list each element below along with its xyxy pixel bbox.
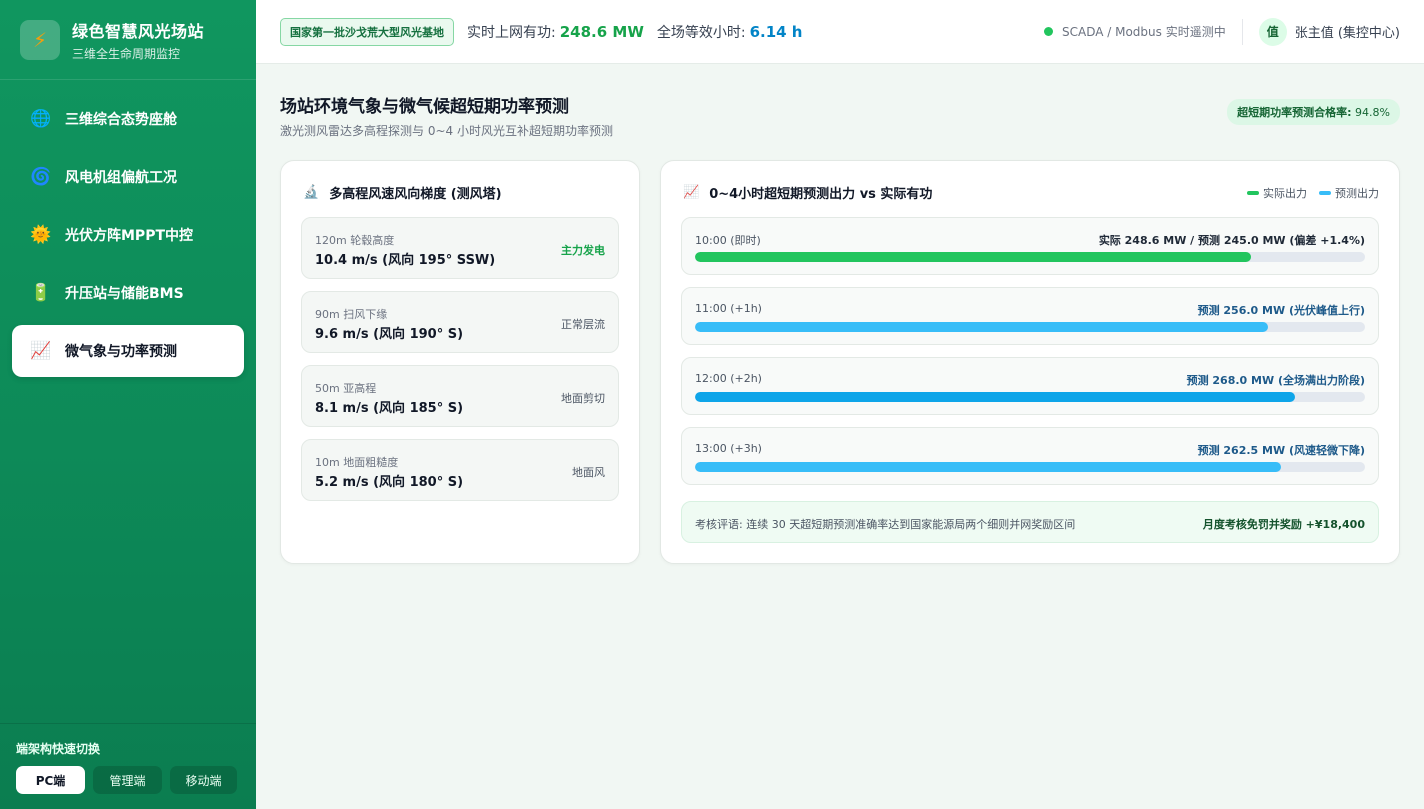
forecast-row: 11:00 (+1h) 预测 256.0 MW (光伏峰值上行) xyxy=(681,287,1379,345)
tower-height: 10m 地面粗糙度 xyxy=(315,456,399,469)
forecast-bar-fill xyxy=(695,392,1295,402)
brand-title: 绿色智慧风光场站 xyxy=(72,21,205,41)
legend-actual-swatch xyxy=(1247,191,1259,195)
sidebar-item-label: 微气象与功率预测 xyxy=(65,344,177,360)
sidebar-item-2[interactable]: 🌞 光伏方阵MPPT中控 xyxy=(12,209,244,261)
legend-forecast-label: 预测出力 xyxy=(1335,187,1379,200)
sidebar-item-label: 风电机组偏航工况 xyxy=(65,170,177,186)
platform-switcher: 端架构快速切换 PC端 管理端 移动端 xyxy=(0,723,256,809)
online-status-dot xyxy=(1044,27,1053,36)
tower-wind: 8.1 m/s (风向 185° S) xyxy=(315,401,464,416)
forecast-row: 12:00 (+2h) 预测 268.0 MW (全场满出力阶段) xyxy=(681,357,1379,415)
chart-increasing-icon: 📈 xyxy=(683,185,700,200)
equivalent-hours-value: 6.14 h xyxy=(749,22,803,41)
sidebar-item-3[interactable]: 🔋 升压站与储能BMS xyxy=(12,267,244,319)
sidebar-item-label: 三维综合态势座舱 xyxy=(65,112,177,128)
sidebar-item-1[interactable]: 🌀 风电机组偏航工况 xyxy=(12,151,244,203)
sidebar-item-label: 升压站与储能BMS xyxy=(65,286,184,302)
equivalent-hours-metric: 全场等效小时: 6.14 h xyxy=(657,22,803,42)
tower-height: 90m 扫风下缘 xyxy=(315,308,388,321)
header-divider xyxy=(1241,18,1243,45)
tower-height: 120m 轮毂高度 xyxy=(315,234,395,247)
brand-subtitle: 三维全生命周期监控 xyxy=(72,46,181,61)
switcher-title: 端架构快速切换 xyxy=(16,742,101,756)
forecast-title-text: 0~4小时超短期预测出力 vs 实际有功 xyxy=(709,187,933,202)
forecast-bar-track xyxy=(695,322,1365,332)
wind-tower-card: 🔬 多高程风速风向梯度 (测风塔) 120m 轮毂高度 10.4 m/s (风向 … xyxy=(280,160,640,564)
tower-height: 50m 亚高程 xyxy=(315,382,377,395)
legend-forecast: 预测出力 xyxy=(1319,185,1379,201)
forecast-time: 10:00 (即时) xyxy=(695,234,761,247)
forecast-time: 13:00 (+3h) xyxy=(695,442,762,455)
legend-actual: 实际出力 xyxy=(1247,185,1307,201)
cyclone-icon: 🌀 xyxy=(30,167,52,187)
forecast-value: 实际 248.6 MW / 预测 245.0 MW (偏差 +1.4%) xyxy=(1098,234,1365,247)
legend-forecast-swatch xyxy=(1319,191,1331,195)
forecast-bar-track xyxy=(695,252,1365,262)
tower-tag: 主力发电 xyxy=(561,244,605,257)
forecast-rate-badge: 超短期功率预测合格率: 94.8% xyxy=(1227,99,1400,125)
forecast-bar-fill xyxy=(695,462,1282,472)
brand: ⚡ 绿色智慧风光场站 三维全生命周期监控 xyxy=(0,0,256,80)
tower-wind: 10.4 m/s (风向 195° SSW) xyxy=(315,253,496,268)
sidebar-item-0[interactable]: 🌐 三维综合态势座舱 xyxy=(12,93,244,145)
tower-tag: 地面剪切 xyxy=(561,392,605,405)
forecast-time: 12:00 (+2h) xyxy=(695,372,762,385)
battery-icon: 🔋 xyxy=(30,283,52,303)
tower-wind: 9.6 m/s (风向 190° S) xyxy=(315,327,464,342)
forecast-row: 13:00 (+3h) 预测 262.5 MW (风速轻微下降) xyxy=(681,427,1379,485)
forecast-value: 预测 268.0 MW (全场满出力阶段) xyxy=(1186,374,1365,387)
forecast-row: 10:00 (即时) 实际 248.6 MW / 预测 245.0 MW (偏差 … xyxy=(681,217,1379,275)
page-subtitle: 激光测风雷达多高程探测与 0~4 小时风光互补超短期功率预测 xyxy=(280,124,613,138)
page-title: 场站环境气象与微气候超短期功率预测 xyxy=(280,97,569,117)
tower-row: 50m 亚高程 8.1 m/s (风向 185° S) 地面剪切 xyxy=(301,365,619,427)
user-name[interactable]: 张主值 (集控中心) xyxy=(1295,22,1400,41)
lightning-icon: ⚡ xyxy=(20,19,60,60)
globe-icon: 🌐 xyxy=(30,109,52,129)
forecast-value: 预测 262.5 MW (风速轻微下降) xyxy=(1197,444,1365,457)
evaluation-reward: 月度考核免罚并奖励 +¥18,400 xyxy=(1202,518,1365,531)
switch-pc-button[interactable]: PC端 xyxy=(16,766,85,794)
tower-tag: 地面风 xyxy=(572,466,605,479)
wind-tower-title-text: 多高程风速风向梯度 (测风塔) xyxy=(329,187,502,202)
switch-admin-button[interactable]: 管理端 xyxy=(93,766,162,794)
sun-icon: 🌞 xyxy=(30,225,52,245)
tower-row: 120m 轮毂高度 10.4 m/s (风向 195° SSW) 主力发电 xyxy=(301,217,619,279)
wind-tower-title: 🔬 多高程风速风向梯度 (测风塔) xyxy=(303,183,502,202)
sidebar: ⚡ 绿色智慧风光场站 三维全生命周期监控 🌐 三维综合态势座舱 🌀 风电机组偏航工况 🌞… xyxy=(0,0,256,809)
sidebar-item-label: 光伏方阵MPPT中控 xyxy=(65,228,194,244)
tower-row: 10m 地面粗糙度 5.2 m/s (风向 180° S) 地面风 xyxy=(301,439,619,501)
evaluation-text: 考核评语: 连续 30 天超短期预测准确率达到国家能源局两个细则并网奖励区间 xyxy=(695,518,1076,531)
forecast-bar-fill xyxy=(695,252,1252,262)
avatar[interactable]: 值 xyxy=(1258,17,1287,46)
realtime-power-value: 248.6 MW xyxy=(559,22,644,41)
realtime-power-label: 实时上网有功: xyxy=(467,24,556,41)
forecast-rate-label: 超短期功率预测合格率: xyxy=(1237,106,1352,119)
telemetry-status: SCADA / Modbus 实时遥测中 xyxy=(1062,25,1226,39)
equivalent-hours-label: 全场等效小时: xyxy=(656,24,746,41)
forecast-time: 11:00 (+1h) xyxy=(695,302,762,315)
evaluation-note: 考核评语: 连续 30 天超短期预测准确率达到国家能源局两个细则并网奖励区间 月… xyxy=(681,501,1379,543)
tower-tag: 正常层流 xyxy=(561,318,605,331)
top-header: 国家第一批沙戈荒大型风光基地 实时上网有功: 248.6 MW 全场等效小时: 6.… xyxy=(256,0,1424,64)
tower-wind: 5.2 m/s (风向 180° S) xyxy=(315,475,464,490)
base-badge: 国家第一批沙戈荒大型风光基地 xyxy=(280,17,454,46)
power-forecast-card: 📈 0~4小时超短期预测出力 vs 实际有功 实际出力 预测出力 10:00 (… xyxy=(660,160,1400,564)
forecast-rate-value: 94.8% xyxy=(1355,106,1390,119)
forecast-title: 📈 0~4小时超短期预测出力 vs 实际有功 xyxy=(683,183,932,202)
switch-mobile-button[interactable]: 移动端 xyxy=(170,766,237,794)
microscope-icon: 🔬 xyxy=(303,185,320,200)
chart-increasing-icon: 📈 xyxy=(30,341,52,361)
legend-actual-label: 实际出力 xyxy=(1263,187,1307,200)
tower-row: 90m 扫风下缘 9.6 m/s (风向 190° S) 正常层流 xyxy=(301,291,619,353)
sidebar-nav: 🌐 三维综合态势座舱 🌀 风电机组偏航工况 🌞 光伏方阵MPPT中控 🔋 升压站与储能BMS 📈… xyxy=(0,80,256,377)
forecast-value: 预测 256.0 MW (光伏峰值上行) xyxy=(1197,304,1365,317)
forecast-legend: 实际出力 预测出力 xyxy=(1235,185,1379,201)
realtime-power-metric: 实时上网有功: 248.6 MW xyxy=(467,22,644,42)
forecast-bar-track xyxy=(695,462,1365,472)
forecast-bar-fill xyxy=(695,322,1268,332)
forecast-bar-track xyxy=(695,392,1365,402)
sidebar-item-4[interactable]: 📈 微气象与功率预测 xyxy=(12,325,244,377)
